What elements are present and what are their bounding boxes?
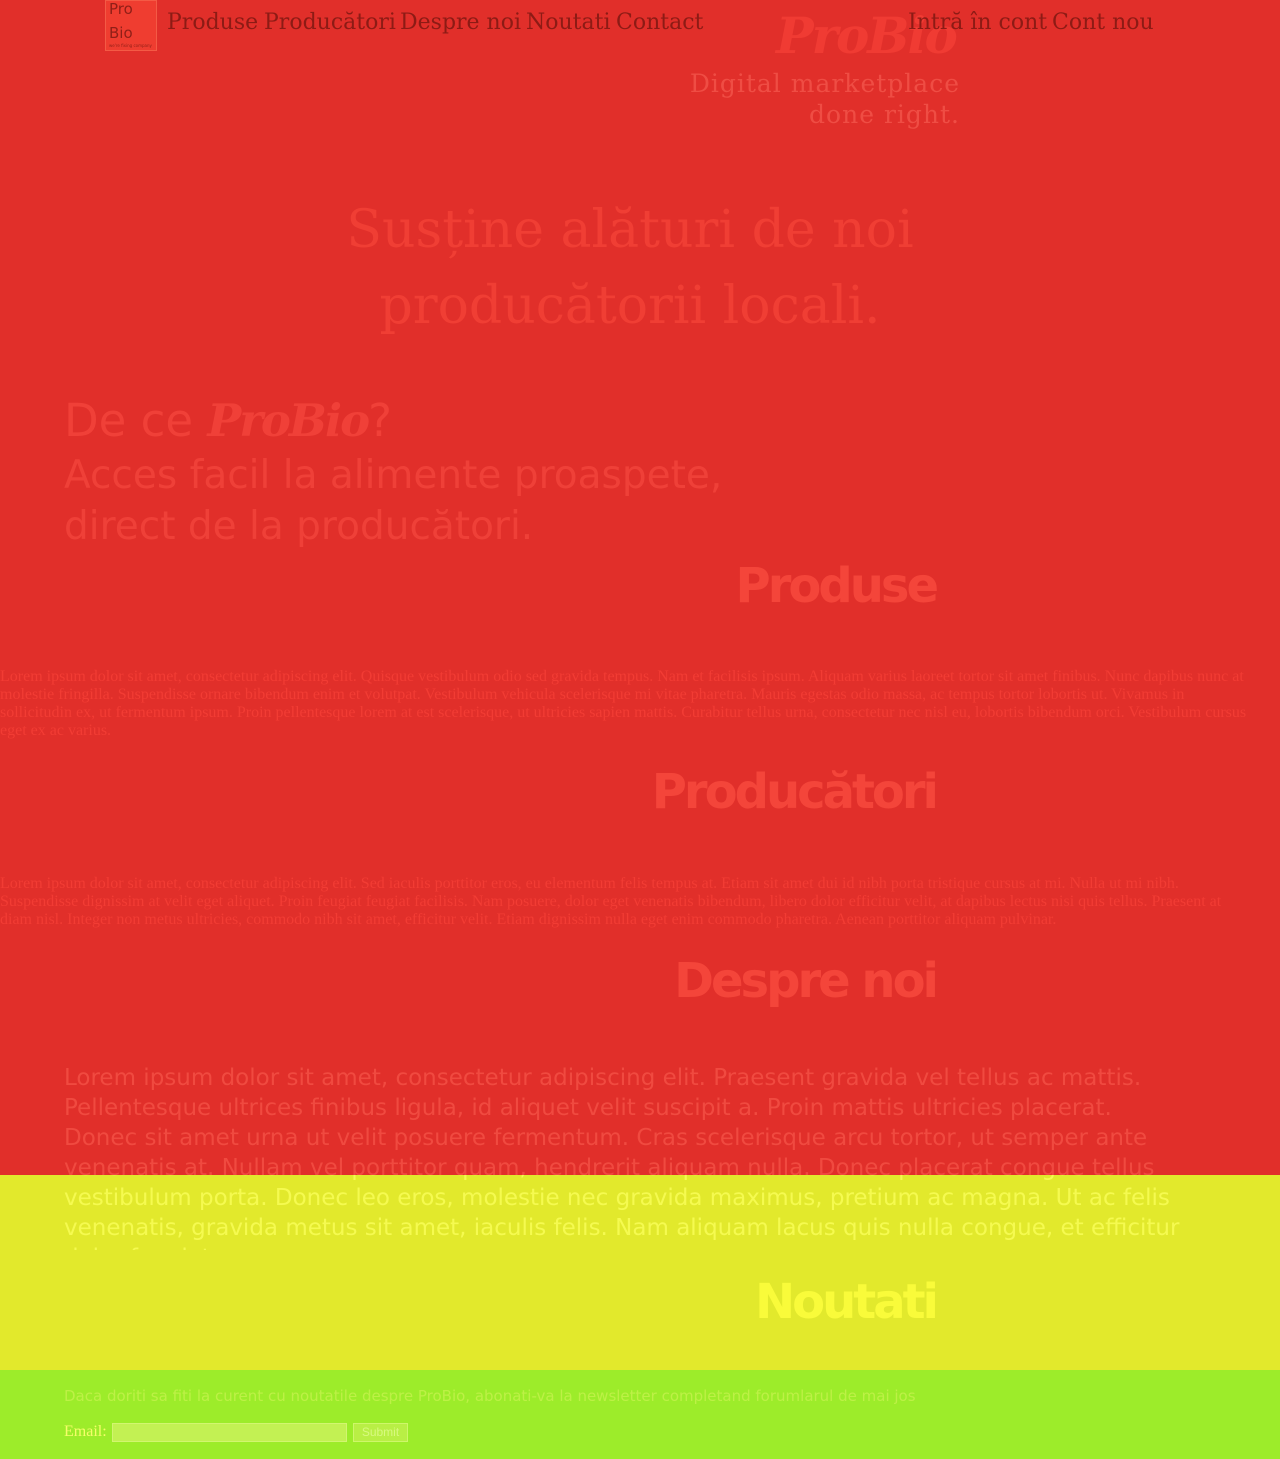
- section-text-producatori: Lorem ipsum dolor sit amet, consectetur …: [0, 875, 1222, 928]
- newsletter-text: Daca doriti sa fiti la curent cu noutati…: [64, 1387, 916, 1405]
- newsletter-background: [0, 1370, 1280, 1459]
- hero-line2: producătorii locali.: [379, 276, 881, 336]
- section-text-produse: Lorem ipsum dolor sit amet, consectetur …: [0, 668, 1247, 739]
- brand-tagline-line2: done right.: [809, 100, 960, 129]
- hero-line1: Susține alături de noi: [346, 200, 914, 260]
- nav-contact[interactable]: Contact: [616, 8, 703, 38]
- nav-noutati[interactable]: Noutati: [526, 8, 611, 38]
- section-text-despre: Lorem ipsum dolor sit amet, consectetur …: [64, 1065, 1155, 1175]
- despre-text-yellow-part: Lorem ipsum dolor sit amet, consectetur …: [0, 1175, 1280, 1250]
- email-input[interactable]: [112, 1423, 347, 1442]
- why-heading: De ce ProBio?: [64, 392, 392, 450]
- why-line1: Acces facil la alimente proaspete,: [64, 453, 723, 498]
- login-link[interactable]: Intră în cont: [908, 8, 1047, 38]
- section-title-produse: Produse: [735, 558, 939, 614]
- why-prefix: De ce: [64, 394, 208, 447]
- hero-heading: Susține alături de noi producătorii loca…: [240, 192, 1020, 344]
- logo-tagline: we're fixing company: [109, 43, 152, 48]
- why-suffix: ?: [368, 394, 392, 447]
- section-text-despre-overflow: Lorem ipsum dolor sit amet, consectetur …: [64, 1175, 1180, 1250]
- logo-text-pro: Pro: [109, 0, 133, 18]
- section-title-despre: Despre noi: [674, 953, 939, 1009]
- brand-tagline: Digital marketplace done right.: [660, 68, 960, 130]
- why-line2: direct de la producători.: [64, 504, 534, 549]
- brand-tagline-line1: Digital marketplace: [689, 69, 960, 98]
- nav-despre-noi[interactable]: Despre noi: [400, 8, 521, 38]
- despre-text-red-part: Lorem ipsum dolor sit amet, consectetur …: [0, 1060, 1280, 1175]
- nav-produse[interactable]: Produse: [167, 8, 258, 38]
- site-logo[interactable]: Pro Bio we're fixing company: [105, 0, 157, 51]
- logo-text-bio: Bio: [109, 24, 133, 42]
- section-title-producatori: Producători: [651, 764, 939, 820]
- nav-producatori[interactable]: Producători: [264, 8, 396, 38]
- why-brand: ProBio: [207, 394, 370, 447]
- email-label: Email:: [64, 1423, 107, 1440]
- why-description: Acces facil la alimente proaspete, direc…: [64, 450, 764, 552]
- signup-link[interactable]: Cont nou: [1052, 8, 1154, 38]
- submit-button[interactable]: Submit: [353, 1423, 408, 1442]
- section-title-noutati: Noutati: [754, 1274, 939, 1330]
